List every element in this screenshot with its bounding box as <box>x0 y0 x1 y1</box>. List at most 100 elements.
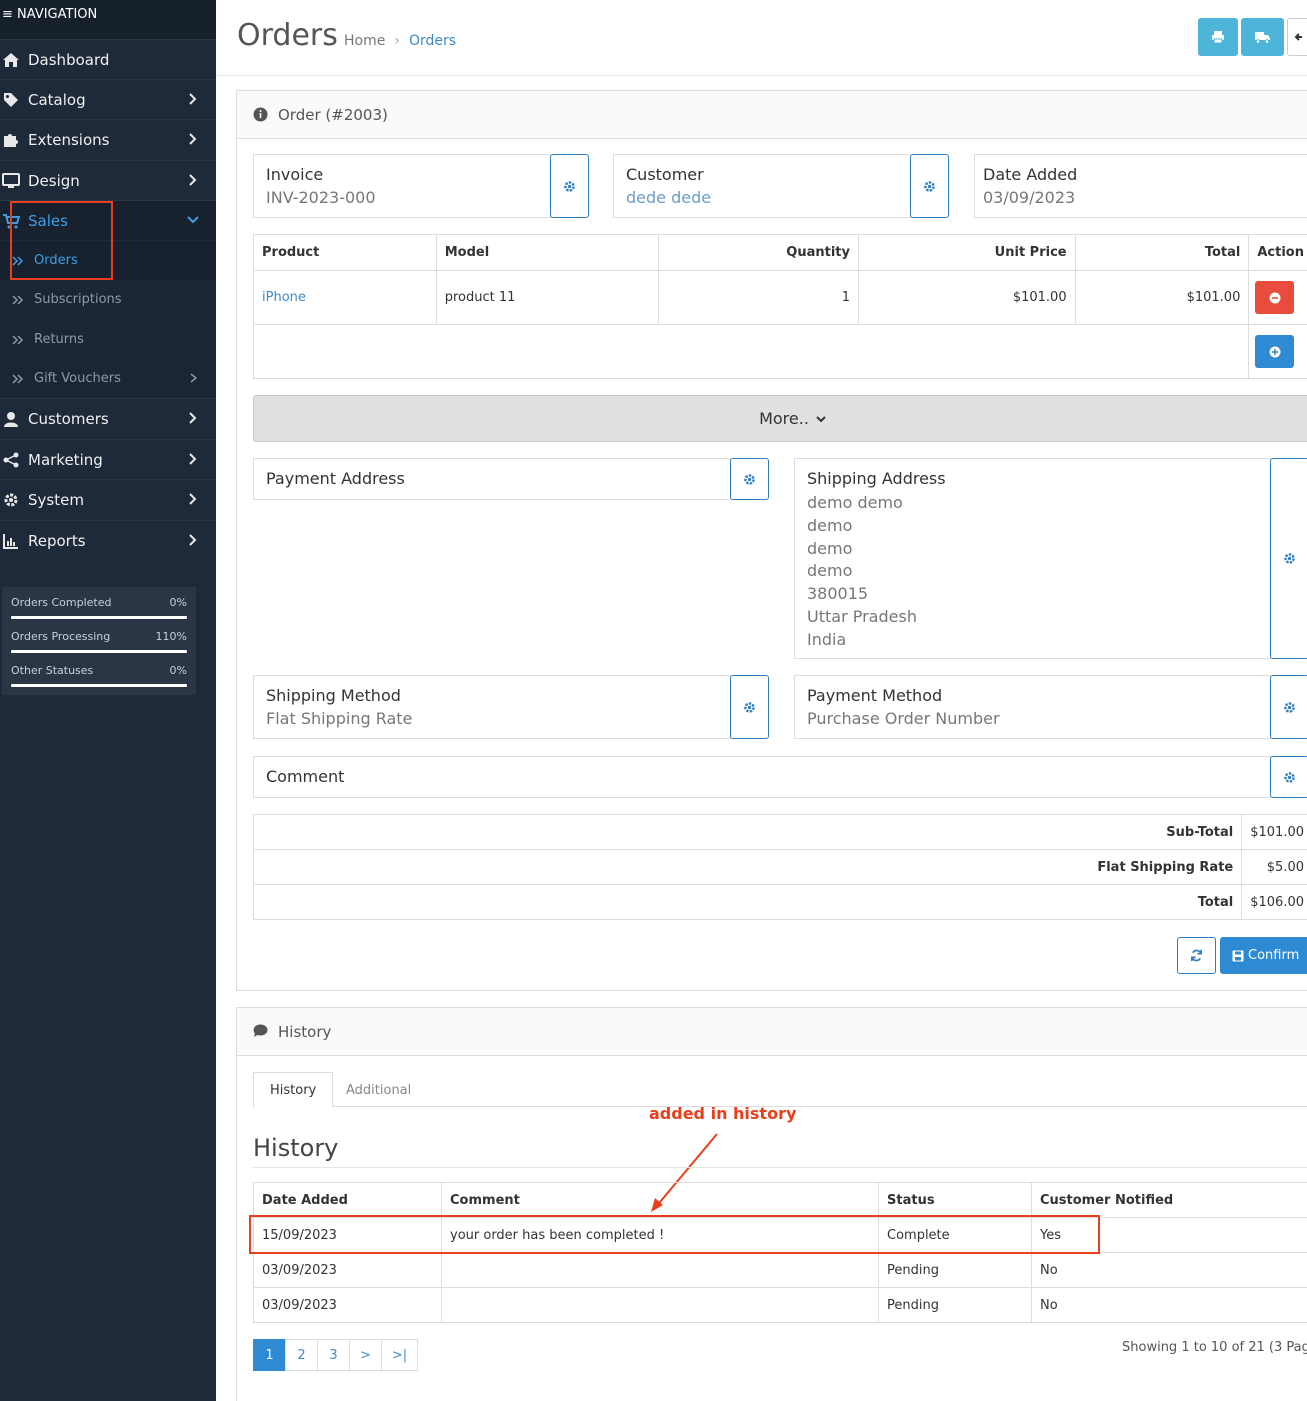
refresh-icon <box>1191 949 1202 962</box>
history-panel: History History Additional added in hist… <box>236 1007 1307 1401</box>
chevron-right-icon <box>189 493 197 505</box>
page-next[interactable]: > <box>349 1339 382 1371</box>
plus-circle-icon <box>1269 346 1281 357</box>
menu-icon: ≡ <box>2 7 13 22</box>
shipping-method-settings-button[interactable] <box>730 675 769 739</box>
sidebar-subitem-returns[interactable]: Returns <box>0 320 216 359</box>
page-1[interactable]: 1 <box>253 1339 286 1371</box>
refresh-button[interactable] <box>1177 937 1216 974</box>
breadcrumb: Home › Orders <box>344 33 456 49</box>
chevron-right-icon <box>189 534 197 546</box>
order-panel-heading: Order (#2003) <box>237 91 1307 139</box>
gear-icon <box>2 491 20 509</box>
user-icon <box>2 410 20 428</box>
main-content: Orders Home › Orders Order (#2003) Invoice… <box>216 0 1307 1401</box>
comment-settings-button[interactable] <box>1270 756 1307 798</box>
page-header: Orders Home › Orders <box>216 0 1307 76</box>
order-status-stats: Orders Completed 0% Orders Processing 11… <box>2 587 196 695</box>
gear-icon <box>744 701 755 713</box>
minus-circle-icon <box>1269 292 1281 303</box>
sidebar-item-customers[interactable]: Customers <box>0 398 216 438</box>
date-added-card: Date Added 03/09/2023 <box>974 154 1307 218</box>
table-row: 03/09/2023 Pending No <box>253 1287 1307 1323</box>
stat-other-statuses: Other Statuses 0% <box>11 664 187 698</box>
sidebar-item-system[interactable]: System <box>0 479 216 519</box>
history-panel-heading: History <box>237 1008 1307 1056</box>
tab-additional[interactable]: Additional <box>330 1072 427 1108</box>
customer-card: Customer dede dede <box>613 154 911 218</box>
arrow-left-icon <box>1294 33 1302 41</box>
tab-history[interactable]: History <box>253 1072 334 1108</box>
customer-settings-button[interactable] <box>910 154 949 218</box>
payment-method-settings-button[interactable] <box>1270 675 1307 739</box>
table-row: 03/09/2023 Pending No <box>253 1252 1307 1288</box>
chevron-right-icon <box>189 412 197 424</box>
bar-chart-icon <box>2 532 20 550</box>
more-toggle-button[interactable]: More.. <box>253 395 1307 442</box>
breadcrumb-home[interactable]: Home <box>344 33 385 49</box>
remove-product-button[interactable] <box>1255 281 1295 314</box>
gear-icon <box>924 180 935 192</box>
payment-address-card: Payment Address <box>253 458 731 500</box>
sidebar: ≡ NAVIGATION Dashboard Catalog Extension… <box>0 0 216 1401</box>
chevron-right-icon <box>189 93 197 105</box>
print-icon <box>1212 31 1224 44</box>
add-product-button[interactable] <box>1255 335 1295 368</box>
annotation-label: added in history <box>649 1104 797 1123</box>
print-invoice-button[interactable] <box>1198 18 1238 56</box>
pagination: 1 2 3 > >| <box>253 1339 418 1371</box>
save-icon <box>1232 950 1244 961</box>
comment-card: Comment <box>253 756 1271 798</box>
monitor-icon <box>2 172 20 190</box>
product-table: Product Model Quantity Unit Price Total … <box>252 234 1307 379</box>
navigation-header[interactable]: ≡ NAVIGATION <box>0 0 216 39</box>
page-2[interactable]: 2 <box>285 1339 318 1371</box>
breadcrumb-separator-icon: › <box>394 33 400 49</box>
table-row: iPhone product 11 1 $101.00 $101.00 <box>253 270 1307 325</box>
gear-icon <box>1284 701 1295 713</box>
annotation-highlight-box <box>10 201 113 280</box>
sidebar-item-dashboard[interactable]: Dashboard <box>0 39 216 79</box>
back-button[interactable] <box>1287 18 1307 56</box>
page-3[interactable]: 3 <box>317 1339 350 1371</box>
sidebar-subitem-subscriptions[interactable]: Subscriptions <box>0 280 216 319</box>
stat-orders-completed: Orders Completed 0% <box>11 596 187 630</box>
sidebar-item-catalog[interactable]: Catalog <box>0 79 216 119</box>
progress-bar <box>11 650 187 653</box>
chevron-right-icon <box>189 174 197 186</box>
gear-icon <box>1284 553 1295 564</box>
chevron-down-icon <box>187 216 199 224</box>
confirm-button[interactable]: Confirm <box>1220 937 1307 974</box>
table-row: Total $106.00 <box>252 884 1307 920</box>
history-heading: History <box>253 1134 1307 1168</box>
gear-icon <box>744 473 755 485</box>
stat-orders-processing: Orders Processing 110% <box>11 630 187 664</box>
payment-address-settings-button[interactable] <box>730 458 769 500</box>
progress-bar <box>11 684 187 687</box>
sidebar-subitem-gift-vouchers[interactable]: Gift Vouchers <box>0 359 216 398</box>
sidebar-item-design[interactable]: Design <box>0 160 216 200</box>
puzzle-icon <box>2 131 20 149</box>
shipping-address-settings-button[interactable] <box>1270 458 1307 659</box>
product-link[interactable]: iPhone <box>253 270 437 325</box>
page-last[interactable]: >| <box>381 1339 418 1371</box>
invoice-settings-button[interactable] <box>550 154 589 218</box>
breadcrumb-orders[interactable]: Orders <box>409 33 456 49</box>
double-chevron-icon <box>12 294 24 305</box>
gear-icon <box>1284 771 1295 783</box>
history-tabs: History Additional <box>253 1072 1307 1108</box>
history-table-header: Date Added Comment Status Customer Notif… <box>253 1182 1307 1218</box>
sidebar-item-marketing[interactable]: Marketing <box>0 439 216 479</box>
shipping-address-lines: demo demo demo demo demo 380015 Uttar Pr… <box>807 493 917 649</box>
shipping-method-card: Shipping Method Flat Shipping Rate <box>253 675 731 739</box>
invoice-card: Invoice INV-2023-000 <box>253 154 551 218</box>
print-shipping-button[interactable] <box>1241 18 1284 56</box>
sidebar-item-extensions[interactable]: Extensions <box>0 119 216 159</box>
pagination-summary: Showing 1 to 10 of 21 (3 Pages <box>1122 1340 1307 1355</box>
chevron-right-icon <box>189 453 197 465</box>
sidebar-item-reports[interactable]: Reports <box>0 520 216 560</box>
totals-table: Sub-Total $101.00 Flat Shipping Rate $5.… <box>252 814 1307 920</box>
progress-bar <box>11 616 187 619</box>
annotation-highlight-box <box>249 1215 1100 1254</box>
customer-link[interactable]: dede dede <box>626 188 711 207</box>
